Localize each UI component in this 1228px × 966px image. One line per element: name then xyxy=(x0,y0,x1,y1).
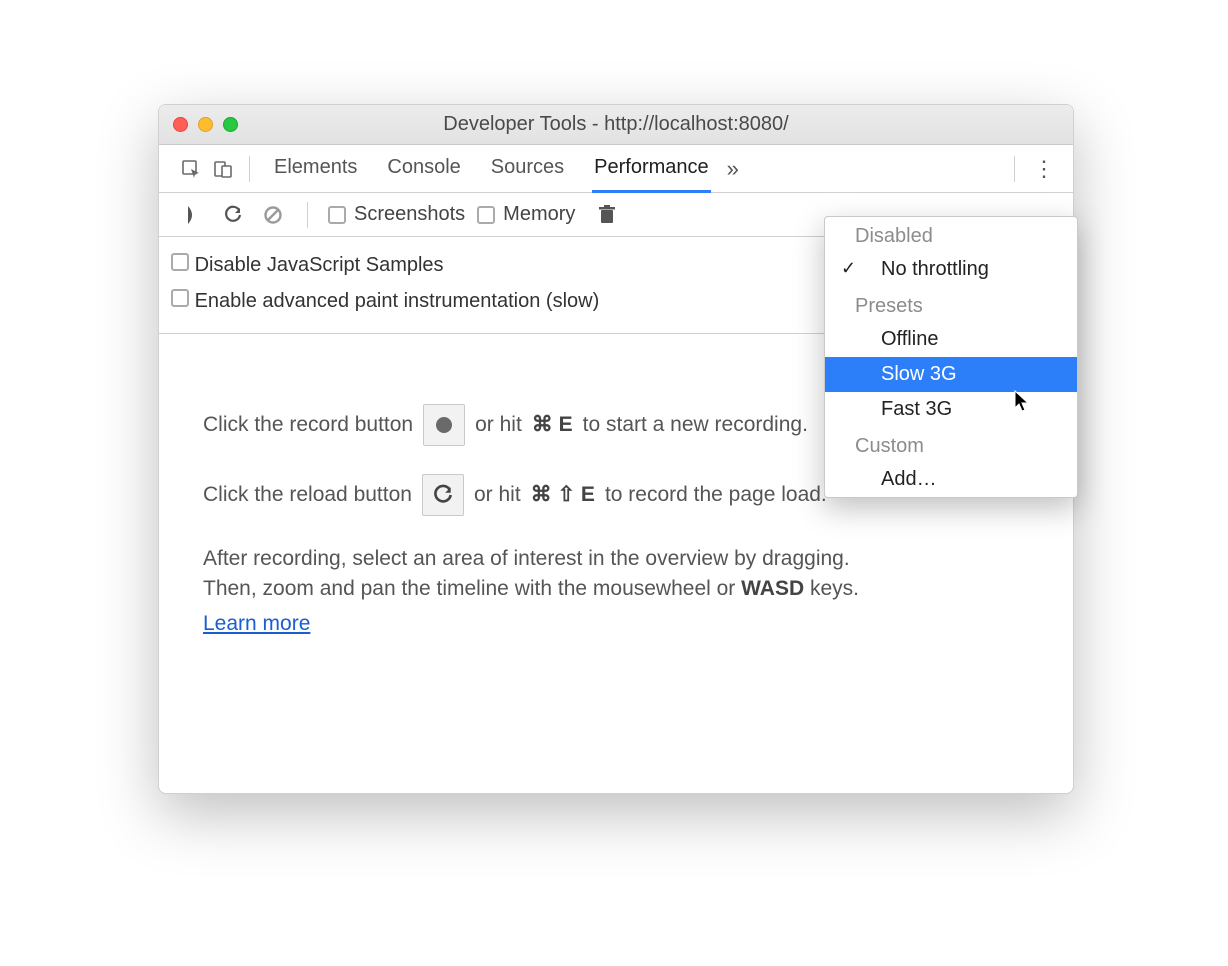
separator xyxy=(307,202,308,228)
instruction-text: to record the page load. xyxy=(605,480,827,510)
learn-more-link[interactable]: Learn more xyxy=(203,609,310,639)
tabs-overflow-button[interactable]: » xyxy=(727,156,739,182)
separator xyxy=(1014,156,1015,182)
dropdown-group-header-custom: Custom xyxy=(825,427,1077,462)
close-window-button[interactable] xyxy=(173,117,188,132)
dropdown-group-header-disabled: Disabled xyxy=(825,217,1077,252)
panel-tabs: Elements Console Sources Performance xyxy=(272,145,711,192)
checkbox-icon xyxy=(477,206,495,224)
checkbox-label: Disable JavaScript Samples xyxy=(195,254,444,276)
device-toolbar-icon[interactable] xyxy=(209,155,237,183)
minimize-window-button[interactable] xyxy=(198,117,213,132)
instruction-text: Click the reload button xyxy=(203,480,412,510)
trash-icon[interactable] xyxy=(593,201,621,229)
instruction-paragraph: After recording, select an area of inter… xyxy=(203,544,1029,605)
checkbox-label: Screenshots xyxy=(354,203,465,226)
dropdown-item-add[interactable]: Add… xyxy=(825,462,1077,497)
instruction-text: After recording, select an area of inter… xyxy=(203,547,850,570)
dropdown-item-offline[interactable]: Offline xyxy=(825,322,1077,357)
tab-label: Performance xyxy=(594,156,709,179)
separator xyxy=(249,156,250,182)
tab-console[interactable]: Console xyxy=(385,145,462,193)
checkbox-icon xyxy=(328,206,346,224)
inspect-element-icon[interactable] xyxy=(177,155,205,183)
dropdown-item-slow-3g[interactable]: Slow 3G xyxy=(825,357,1077,392)
zoom-window-button[interactable] xyxy=(223,117,238,132)
keyboard-shortcut: ⌘ E xyxy=(532,410,573,440)
tab-label: Sources xyxy=(491,156,564,179)
reload-button[interactable] xyxy=(422,474,464,516)
check-icon: ✓ xyxy=(841,258,856,279)
devtools-tabbar: Elements Console Sources Performance » ⋮ xyxy=(159,145,1073,193)
screenshots-checkbox[interactable]: Screenshots xyxy=(328,203,465,226)
dropdown-group-header-presets: Presets xyxy=(825,287,1077,322)
checkbox-icon xyxy=(171,289,189,307)
dropdown-item-label: Fast 3G xyxy=(881,398,952,420)
dropdown-item-label: Offline xyxy=(881,328,938,350)
clear-icon[interactable] xyxy=(259,201,287,229)
dropdown-item-label: Slow 3G xyxy=(881,363,957,385)
record-icon[interactable] xyxy=(179,201,207,229)
record-button[interactable] xyxy=(423,404,465,446)
reload-icon[interactable] xyxy=(219,201,247,229)
dropdown-item-fast-3g[interactable]: Fast 3G xyxy=(825,392,1077,427)
instruction-text: Then, zoom and pan the timeline with the… xyxy=(203,577,741,600)
traffic-lights xyxy=(159,117,238,132)
mouse-cursor-icon xyxy=(1014,390,1032,414)
checkbox-label: Enable advanced paint instrumentation (s… xyxy=(195,290,600,312)
instruction-text: or hit xyxy=(475,410,522,440)
tab-sources[interactable]: Sources xyxy=(489,145,566,193)
dropdown-item-label: No throttling xyxy=(881,258,989,280)
memory-checkbox[interactable]: Memory xyxy=(477,203,575,226)
titlebar: Developer Tools - http://localhost:8080/ xyxy=(159,105,1073,145)
settings-menu-button[interactable]: ⋮ xyxy=(1027,156,1061,182)
dropdown-item-label: Add… xyxy=(881,468,937,490)
checkbox-icon xyxy=(171,253,189,271)
tab-label: Console xyxy=(387,156,460,179)
enable-paint-instrumentation-checkbox[interactable]: Enable advanced paint instrumentation (s… xyxy=(171,289,599,313)
tab-elements[interactable]: Elements xyxy=(272,145,359,193)
network-throttling-dropdown: Disabled ✓ No throttling Presets Offline… xyxy=(824,216,1078,498)
dropdown-item-no-throttling[interactable]: ✓ No throttling xyxy=(825,252,1077,287)
instruction-text: Click the record button xyxy=(203,410,413,440)
window-title: Developer Tools - http://localhost:8080/ xyxy=(159,113,1073,136)
tab-label: Elements xyxy=(274,156,357,179)
instruction-text: to start a new recording. xyxy=(583,410,808,440)
keyboard-shortcut: ⌘ ⇧ E xyxy=(531,480,595,510)
instruction-text: keys. xyxy=(804,577,859,600)
record-dot-icon xyxy=(436,417,452,433)
wasd-text: WASD xyxy=(741,577,804,600)
tab-performance[interactable]: Performance xyxy=(592,145,711,193)
instruction-text: or hit xyxy=(474,480,521,510)
checkbox-label: Memory xyxy=(503,203,575,226)
disable-js-samples-checkbox[interactable]: Disable JavaScript Samples xyxy=(171,253,444,277)
